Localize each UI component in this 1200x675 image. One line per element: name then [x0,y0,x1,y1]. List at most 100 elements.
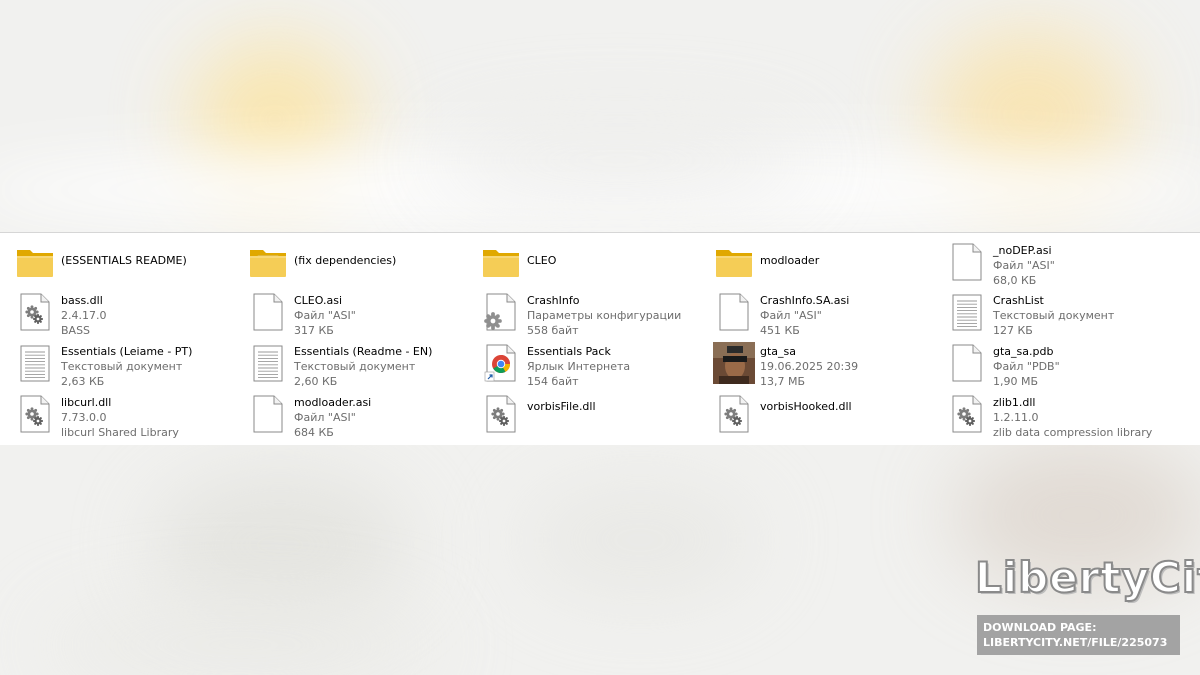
file-item[interactable]: libcurl.dll 7.73.0.0 libcurl Shared Librar… [0,391,225,439]
blank-file-icon [247,291,289,333]
file-details: zlib1.dll 1.2.11.0 zlib data compression l… [993,395,1163,440]
file-name: (ESSENTIALS README) [61,254,187,267]
file-name: CrashInfo.SA.asi [760,294,850,307]
file-item[interactable]: bass.dll 2.4.17.0 BASS [0,289,225,337]
file-name: CLEO.asi [294,294,342,307]
file-type: Файл "ASI" [294,309,356,322]
file-name: _noDEP.asi [993,244,1052,257]
file-size: 2,60 КБ [294,375,338,388]
file-item[interactable]: (fix dependencies) [233,239,458,287]
file-type: Текстовый документ [993,309,1115,322]
file-name: libcurl.dll [61,396,112,409]
file-size: 451 КБ [760,324,800,337]
file-details: gta_sa.pdb Файл "PDB" 1,90 МБ [993,344,1163,389]
dll-gear-icon [946,393,988,435]
blank-file-icon [713,291,755,333]
file-item[interactable]: zlib1.dll 1.2.11.0 zlib data compression l… [932,391,1157,439]
file-details: CrashInfo.SA.asi Файл "ASI" 451 КБ [760,293,930,338]
file-type: Файл "ASI" [993,259,1055,272]
file-name: zlib1.dll [993,396,1036,409]
dll-gear-icon [14,393,56,435]
file-list-panel: (ESSENTIALS README) (fix dependencies) CLE… [0,232,1200,445]
file-name: vorbisHooked.dll [760,400,852,413]
gta-sa-app-icon [713,342,755,384]
file-details: Essentials Pack Ярлык Интернета 154 байт [527,344,697,389]
file-item[interactable]: Essentials (Readme - EN) Текстовый докуме… [233,340,458,388]
file-details: modloader.asi Файл "ASI" 684 КБ [294,395,464,440]
background-blur [430,120,810,200]
file-item[interactable]: CLEO.asi Файл "ASI" 317 КБ [233,289,458,337]
file-item[interactable]: Essentials Pack Ярлык Интернета 154 байт [466,340,691,388]
file-type: Файл "ASI" [760,309,822,322]
file-item[interactable]: (ESSENTIALS README) [0,239,225,287]
file-size: 558 байт [527,324,579,337]
text-file-icon [14,342,56,384]
file-size: 1,90 МБ [993,375,1039,388]
file-details: CrashList Текстовый документ 127 КБ [993,293,1163,338]
file-size: BASS [61,324,91,337]
download-page-label: DOWNLOAD PAGE: [983,621,1097,634]
file-type: 2.4.17.0 [61,309,107,322]
file-type: 19.06.2025 20:39 [760,360,859,373]
file-name: Essentials Pack [527,345,611,358]
blank-file-icon [946,241,988,283]
file-details: Essentials (Leiame - PT) Текстовый докуме… [61,344,231,389]
file-size: zlib data compression library [993,426,1153,439]
folder-icon [247,241,289,283]
file-size: 13,7 МБ [760,375,806,388]
libertycity-logo: LibertyCity [974,552,1200,603]
file-details: vorbisHooked.dll [760,399,930,414]
file-item[interactable]: CrashInfo Параметры конфигурации 558 байт [466,289,691,337]
dll-gear-icon [713,393,755,435]
file-name: bass.dll [61,294,103,307]
folder-icon [480,241,522,283]
file-type: Файл "ASI" [294,411,356,424]
file-size: 2,63 КБ [61,375,105,388]
file-details: modloader [760,253,930,268]
file-type: 7.73.0.0 [61,411,107,424]
file-item[interactable]: _noDEP.asi Файл "ASI" 68,0 КБ [932,239,1157,287]
file-item[interactable]: modloader [699,239,924,287]
file-item[interactable]: Essentials (Leiame - PT) Текстовый докуме… [0,340,225,388]
file-details: (fix dependencies) [294,253,464,268]
file-details: Essentials (Readme - EN) Текстовый докуме… [294,344,464,389]
file-size: 68,0 КБ [993,274,1037,287]
file-item[interactable]: modloader.asi Файл "ASI" 684 КБ [233,391,458,439]
file-name: vorbisFile.dll [527,400,596,413]
file-type: Текстовый документ [61,360,183,373]
file-name: CLEO [527,254,557,267]
file-item[interactable]: CrashInfo.SA.asi Файл "ASI" 451 КБ [699,289,924,337]
file-name: CrashInfo [527,294,580,307]
file-type: Текстовый документ [294,360,416,373]
file-size: 317 КБ [294,324,334,337]
file-size: libcurl Shared Library [61,426,179,439]
background-blur [40,600,440,675]
folder-icon [14,241,56,283]
download-page-badge: DOWNLOAD PAGE: LIBERTYCITY.NET/FILE/2250… [977,615,1180,655]
file-item[interactable]: vorbisFile.dll [466,391,691,439]
file-name: Essentials (Leiame - PT) [61,345,193,358]
file-details: gta_sa 19.06.2025 20:39 13,7 МБ [760,344,930,389]
text-file-icon [247,342,289,384]
file-details: (ESSENTIALS README) [61,253,231,268]
config-file-icon [480,291,522,333]
file-item[interactable]: vorbisHooked.dll [699,391,924,439]
file-type: Ярлык Интернета [527,360,631,373]
file-item[interactable]: gta_sa.pdb Файл "PDB" 1,90 МБ [932,340,1157,388]
dll-gear-icon [14,291,56,333]
background-blur [520,480,760,600]
file-details: CLEO.asi Файл "ASI" 317 КБ [294,293,464,338]
blank-file-icon [247,393,289,435]
file-name: CrashList [993,294,1044,307]
file-name: gta_sa.pdb [993,345,1054,358]
file-details: CrashInfo Параметры конфигурации 558 байт [527,293,697,338]
file-item[interactable]: CrashList Текстовый документ 127 КБ [932,289,1157,337]
dll-gear-icon [480,393,522,435]
file-name: gta_sa [760,345,797,358]
file-item[interactable]: CLEO [466,239,691,287]
file-name: modloader [760,254,820,267]
text-file-icon [946,291,988,333]
file-name: (fix dependencies) [294,254,397,267]
file-item[interactable]: gta_sa 19.06.2025 20:39 13,7 МБ [699,340,924,388]
file-type: 1.2.11.0 [993,411,1039,424]
